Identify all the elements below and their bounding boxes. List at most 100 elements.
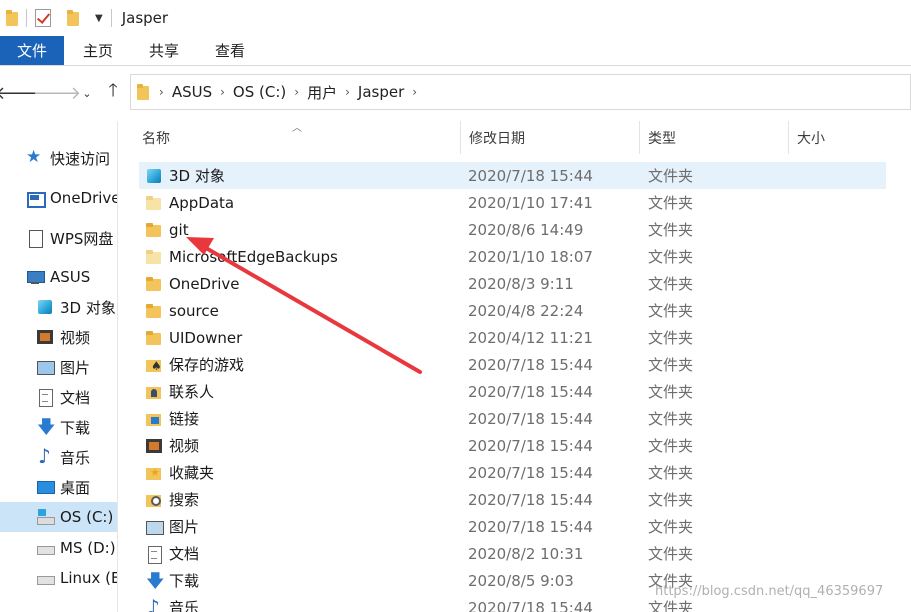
quick-access-toolbar: ▼ [0, 0, 120, 36]
table-row[interactable]: MicrosoftEdgeBackups 2020/1/10 18:07 文件夹 [139, 243, 886, 270]
file-name: UIDowner [169, 328, 243, 347]
links-icon [145, 410, 163, 428]
tab-share[interactable]: 共享 [132, 36, 196, 65]
toolbar-separator [110, 9, 112, 27]
table-row[interactable]: OneDrive 2020/8/3 9:11 文件夹 [139, 270, 886, 297]
tab-view[interactable]: 查看 [198, 36, 262, 65]
chevron-right-icon[interactable]: › [220, 85, 225, 99]
back-button[interactable]: 🡐 [0, 82, 43, 104]
breadcrumb-os-c[interactable]: OS (C:) [233, 83, 286, 101]
chevron-right-icon[interactable]: › [294, 85, 299, 99]
download-icon [36, 415, 56, 445]
sidebar-item-onedrive[interactable]: OneDrive [26, 183, 118, 213]
tab-file[interactable]: 文件 [0, 36, 64, 65]
file-name: git [169, 220, 189, 239]
sidebar-item-downloads[interactable]: 下载 [36, 412, 90, 445]
file-date: 2020/7/18 15:44 [468, 382, 593, 401]
title-bar: ▼ Jasper [0, 0, 911, 36]
file-name-cell: 文档 [139, 543, 461, 564]
file-date: 2020/7/18 15:44 [468, 436, 593, 455]
drive-c-icon [36, 508, 55, 526]
drive-icon [36, 539, 55, 557]
drive-icon [36, 569, 55, 587]
computer-icon [26, 268, 45, 286]
contacts-icon [145, 383, 163, 401]
file-date: 2020/8/5 9:03 [468, 571, 574, 590]
folder-icon [145, 194, 163, 212]
file-name: 收藏夹 [169, 464, 215, 482]
sidebar-item-label: OneDrive [50, 189, 118, 207]
address-bar[interactable]: › ASUS › OS (C:) › 用户 › Jasper › [130, 74, 911, 110]
chevron-right-icon[interactable]: › [159, 85, 164, 99]
sidebar-item-3d-objects[interactable]: 3D 对象 [36, 292, 116, 322]
column-header-type[interactable]: 类型 [640, 121, 788, 154]
breadcrumb-jasper[interactable]: Jasper [358, 83, 404, 101]
file-type: 文件夹 [648, 194, 694, 212]
file-date: 2020/8/2 10:31 [468, 544, 584, 563]
video-icon [145, 437, 163, 455]
column-header-date[interactable]: 修改日期 [461, 121, 639, 154]
sidebar-item-linux-e[interactable]: Linux (E [36, 563, 118, 593]
column-header-name[interactable]: 名称 [134, 121, 460, 154]
sidebar-item-asus[interactable]: ASUS [26, 262, 90, 292]
navigation-pane: 快速访问 OneDrive WPS网盘 ASUS 3D 对象 视频 图片 文档 … [0, 121, 118, 612]
table-row[interactable]: 视频 2020/7/18 15:44 文件夹 [139, 432, 886, 459]
table-row[interactable]: 文档 2020/8/2 10:31 文件夹 [139, 540, 886, 567]
table-row[interactable]: 图片 2020/7/18 15:44 文件夹 [139, 513, 886, 540]
breadcrumb-asus[interactable]: ASUS [172, 83, 212, 101]
file-date: 2020/4/12 11:21 [468, 328, 593, 347]
file-name-cell: AppData [139, 194, 461, 212]
sidebar-item-label: Linux (E [60, 569, 118, 587]
table-row[interactable]: AppData 2020/1/10 17:41 文件夹 [139, 189, 886, 216]
breadcrumb-users[interactable]: 用户 [307, 82, 337, 103]
table-row[interactable]: UIDowner 2020/4/12 11:21 文件夹 [139, 324, 886, 351]
table-row[interactable]: source 2020/4/8 22:24 文件夹 [139, 297, 886, 324]
chevron-down-icon[interactable]: ▼ [95, 13, 103, 24]
file-type: 文件夹 [648, 518, 694, 536]
file-type: 文件夹 [648, 383, 694, 401]
file-name: source [169, 301, 219, 320]
table-row[interactable]: 搜索 2020/7/18 15:44 文件夹 [139, 486, 886, 513]
sidebar-item-desktop[interactable]: 桌面 [36, 472, 90, 502]
file-type: 文件夹 [648, 491, 694, 509]
properties-icon[interactable] [35, 9, 51, 27]
file-name-cell: 保存的游戏 [139, 354, 461, 375]
file-name: 3D 对象 [169, 167, 225, 185]
sidebar-item-wps[interactable]: WPS网盘 [26, 223, 113, 253]
sidebar-item-documents[interactable]: 文档 [36, 382, 90, 412]
chevron-right-icon[interactable]: › [412, 85, 417, 99]
sidebar-item-ms-d[interactable]: MS (D:) [36, 533, 116, 563]
file-name: 图片 [169, 518, 200, 536]
table-row[interactable]: 保存的游戏 2020/7/18 15:44 文件夹 [139, 351, 886, 378]
table-row[interactable]: git 2020/8/6 14:49 文件夹 [139, 216, 886, 243]
forward-button[interactable]: 🡒 [33, 82, 81, 104]
recent-locations-button[interactable]: ⌄ [76, 82, 98, 104]
saved-games-icon [145, 356, 163, 374]
column-header-size[interactable]: 大小 [789, 121, 889, 154]
sidebar-item-label: 图片 [60, 358, 91, 377]
sidebar-item-os-c[interactable]: OS (C:) [0, 502, 117, 532]
pictures-icon [145, 518, 164, 536]
file-name: AppData [169, 193, 235, 212]
file-date: 2020/1/10 17:41 [468, 193, 593, 212]
file-date: 2020/7/18 15:44 [468, 409, 593, 428]
favorites-icon [145, 464, 163, 482]
file-name: OneDrive [169, 274, 240, 293]
table-row[interactable]: 收藏夹 2020/7/18 15:44 文件夹 [139, 459, 886, 486]
sidebar-item-music[interactable]: 音乐 [36, 442, 90, 472]
sidebar-item-quick-access[interactable]: 快速访问 [26, 143, 110, 173]
file-name-cell: 音乐 [139, 595, 461, 612]
folder-icon [137, 84, 149, 100]
new-folder-icon[interactable] [67, 10, 79, 26]
chevron-right-icon[interactable]: › [345, 85, 350, 99]
table-row[interactable]: 链接 2020/7/18 15:44 文件夹 [139, 405, 886, 432]
file-name: MicrosoftEdgeBackups [169, 247, 338, 266]
searches-icon [145, 491, 163, 509]
wps-doc-icon [26, 229, 44, 248]
tab-home[interactable]: 主页 [66, 36, 130, 65]
table-row[interactable]: 3D 对象 2020/7/18 15:44 文件夹 [139, 162, 886, 189]
up-button[interactable]: 🡑 [102, 80, 124, 104]
table-row[interactable]: 联系人 2020/7/18 15:44 文件夹 [139, 378, 886, 405]
sidebar-item-videos[interactable]: 视频 [36, 322, 90, 352]
sidebar-item-pictures[interactable]: 图片 [36, 352, 90, 382]
